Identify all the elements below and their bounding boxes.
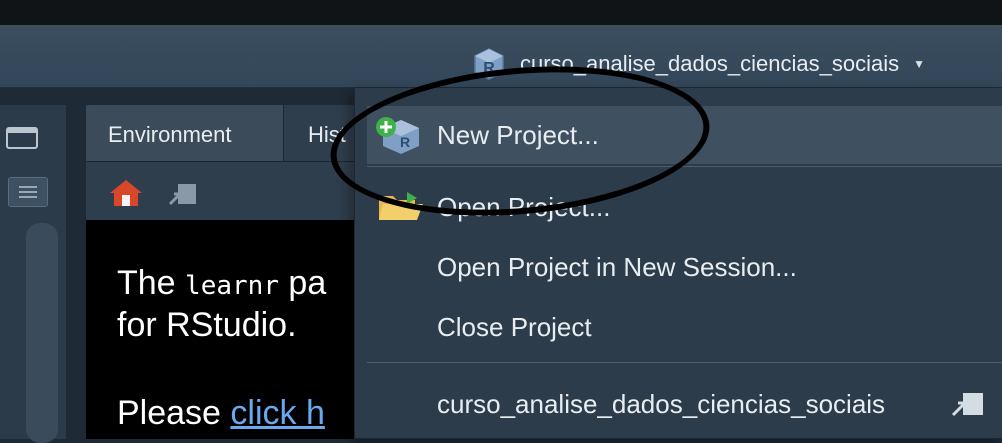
open-folder-icon [379,192,423,220]
project-switcher[interactable]: R curso_analise_dados_ciencias_sociais ▼ [472,47,925,81]
import-icon[interactable] [168,182,198,206]
menu-item-label: New Project... [437,119,599,150]
menu-item-close-project[interactable]: Close Project [355,298,1002,356]
menu-item-recent-project[interactable]: curso_analise_dados_ciencias_sociais [355,375,1002,433]
svg-text:R: R [483,60,495,77]
project-name: curso_analise_dados_ciencias_sociais [520,51,900,76]
tab-environment[interactable]: Environment [86,105,284,161]
menu-item-label: Open Project in New Session... [437,251,797,282]
environment-pane: Environment Hist The learnr pa for RStud… [86,105,356,439]
source-pane [0,105,66,443]
svg-text:R: R [400,134,410,150]
maximize-pane-icon[interactable] [6,127,38,149]
window-titlebar [0,0,1002,25]
main-toolbar: R curso_analise_dados_ciencias_sociais ▼ [0,25,1002,88]
learnr-line-1: The learnr pa [117,264,327,302]
install-link[interactable]: click h [230,394,324,432]
menu-item-new-project[interactable]: R New Project... [367,106,1002,164]
r-project-icon: R [474,48,504,80]
menu-item-open-new-session[interactable]: Open Project in New Session... [355,238,1002,296]
editor-scrollbar[interactable] [26,223,58,443]
caret-down-icon: ▼ [913,57,926,71]
menu-item-label: curso_analise_dados_ciencias_sociais [437,388,886,419]
menu-separator [367,362,1002,363]
outline-icon[interactable] [8,177,48,207]
env-tabstrip: Environment Hist [86,105,356,162]
learnr-message: The learnr pa for RStudio. Please click … [86,220,356,439]
menu-item-label: Close Project [437,311,592,342]
env-toolbar [86,162,356,220]
open-recent-icon[interactable] [951,391,985,417]
tab-history[interactable]: Hist [286,105,356,161]
project-dropdown-menu: R New Project... Open Project... Open Pr… [354,87,1002,439]
home-icon[interactable] [108,178,144,208]
menu-separator [367,166,1002,167]
learnr-line-3: Please click h [117,394,325,432]
learnr-line-2: for RStudio. [117,306,297,344]
menu-item-label: Open Project... [437,191,611,222]
menu-item-open-project[interactable]: Open Project... [355,178,1002,236]
new-project-icon: R [376,117,419,154]
